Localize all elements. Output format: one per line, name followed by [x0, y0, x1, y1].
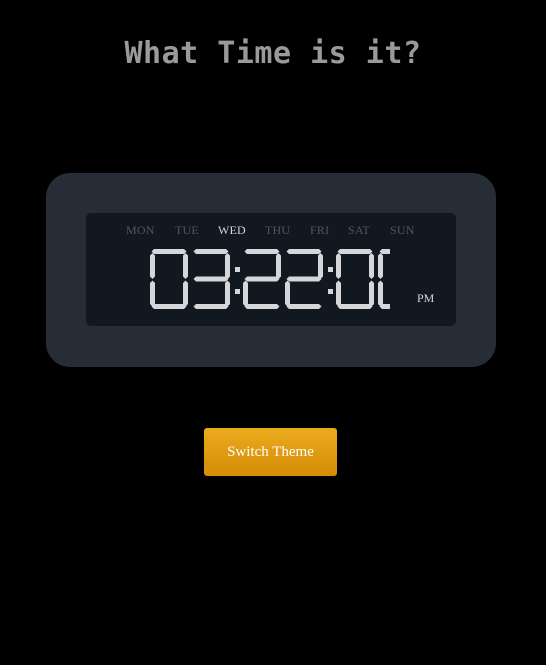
- seven-segment-time: [150, 249, 390, 309]
- segment-d: [286, 304, 322, 309]
- segment-e: [378, 280, 383, 307]
- switch-theme-button[interactable]: Switch Theme: [204, 428, 337, 476]
- segment-a: [151, 249, 187, 254]
- segment-c: [225, 280, 230, 307]
- colon-dot: [235, 267, 240, 272]
- time-digit-2: [243, 249, 281, 309]
- segment-a: [379, 249, 390, 254]
- time-digit-1: [193, 249, 230, 309]
- segment-a: [193, 249, 229, 254]
- time-digits: [150, 249, 390, 309]
- segment-b: [369, 253, 374, 279]
- time-digit-5: [378, 249, 390, 309]
- segment-f: [378, 253, 383, 279]
- segment-d: [151, 304, 187, 309]
- segment-e: [243, 280, 248, 307]
- segment-e: [150, 280, 155, 307]
- segment-g: [193, 276, 229, 282]
- segment-b: [276, 253, 281, 279]
- page: What Time is it? MON TUE WED THU FRI SAT…: [0, 0, 546, 665]
- time-digit-0: [150, 249, 188, 309]
- segment-d: [193, 304, 229, 309]
- digital-clock: MON TUE WED THU FRI SAT SUN PM: [46, 173, 496, 367]
- day-mon: MON: [126, 223, 155, 237]
- colon-dot: [328, 289, 333, 294]
- day-tue: TUE: [175, 223, 199, 237]
- segment-a: [244, 249, 280, 254]
- segment-f: [336, 253, 341, 279]
- weekday-row: MON TUE WED THU FRI SAT SUN: [86, 223, 456, 237]
- segment-g: [286, 276, 322, 282]
- segment-c: [369, 280, 374, 307]
- segment-b: [183, 253, 188, 279]
- segment-e: [336, 280, 341, 307]
- day-sun: SUN: [390, 223, 415, 237]
- segment-c: [183, 280, 188, 307]
- segment-d: [337, 304, 373, 309]
- time-digit-4: [336, 249, 374, 309]
- colon-dot: [328, 267, 333, 272]
- clock-display: MON TUE WED THU FRI SAT SUN PM: [86, 213, 456, 326]
- day-wed: WED: [218, 223, 246, 237]
- day-thu: THU: [265, 223, 291, 237]
- ampm-indicator: PM: [417, 291, 435, 305]
- colon-dot: [235, 289, 240, 294]
- segment-a: [337, 249, 373, 254]
- time-digit-3: [285, 249, 323, 309]
- segment-b: [225, 253, 230, 279]
- segment-f: [150, 253, 155, 279]
- day-sat: SAT: [348, 223, 370, 237]
- segment-e: [285, 280, 290, 307]
- segment-d: [244, 304, 280, 309]
- day-fri: FRI: [310, 223, 330, 237]
- segment-b: [318, 253, 323, 279]
- page-title: What Time is it?: [124, 36, 422, 71]
- segment-g: [244, 276, 280, 282]
- segment-a: [286, 249, 322, 254]
